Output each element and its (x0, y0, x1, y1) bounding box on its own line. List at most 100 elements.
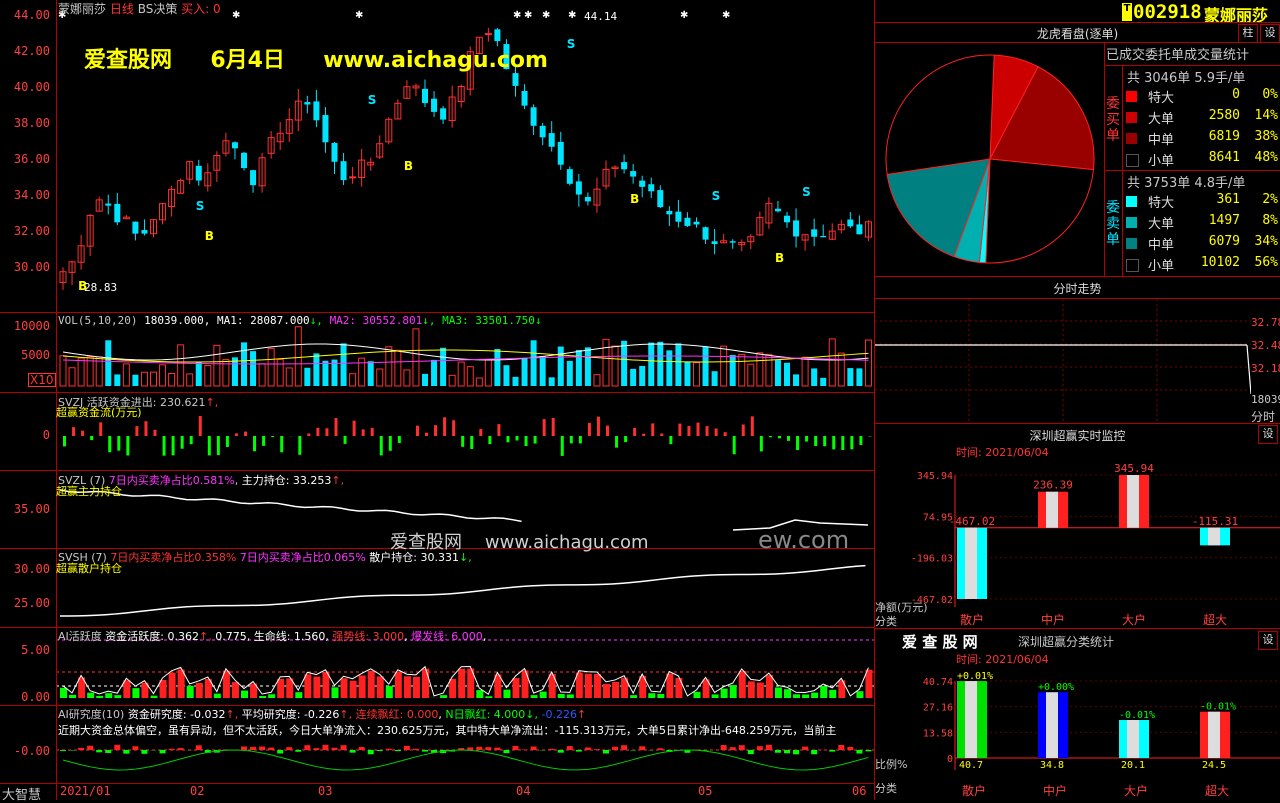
svzj-bar (163, 436, 166, 456)
svzj-bar (733, 436, 736, 454)
dragon-settings-button[interactable]: 设 (1260, 24, 1280, 43)
svzl-line (60, 490, 522, 521)
svzj-bar (697, 423, 700, 436)
stock-badge: T (1122, 3, 1132, 21)
bs-signal-S: S (567, 37, 576, 51)
buy-count: 6819 (1209, 129, 1240, 144)
fenshi-title: 分时走势 (875, 280, 1280, 297)
vol-value: 18039.000 (144, 314, 204, 327)
svzj-bar (832, 436, 835, 449)
ai-active-bar (585, 674, 592, 698)
kline-candle (132, 222, 138, 234)
monitor-category-label: 散户 (960, 612, 984, 627)
ai-research-bar (811, 750, 817, 754)
svzj-bar (525, 436, 528, 446)
svzj-bar (108, 436, 111, 452)
star-marker: ✱ (355, 10, 363, 21)
vol-multiplier[interactable]: X10 (28, 373, 56, 387)
svzj-bar (606, 426, 609, 436)
ai-research-bar (350, 750, 356, 753)
volume-bar (748, 364, 754, 386)
svzj-bar (262, 436, 265, 446)
kline-candle (250, 170, 256, 185)
line-type-label[interactable]: 日线 (110, 2, 134, 16)
kline-candle (304, 102, 310, 104)
svzj-bar (516, 436, 519, 440)
classify-bar-value: 24.5 (1202, 760, 1226, 771)
monitor-bar-highlight (1127, 475, 1139, 528)
volume-bar (295, 327, 301, 386)
pillar-tab[interactable]: 柱 (1238, 24, 1258, 43)
classify-xlabel: 分类 (875, 780, 897, 796)
classify-bar-change: -0.01% (1119, 710, 1155, 721)
ai-active-bar (603, 684, 610, 698)
kline-candle (513, 73, 519, 86)
svsh-ratio2: 7日内买卖净占比0.065% (240, 551, 366, 564)
volume-bar (531, 340, 537, 386)
monitor-bar-value: 345.94 (1114, 462, 1154, 475)
monitor-settings-button[interactable]: 设 (1258, 425, 1278, 444)
svzj-bar (615, 436, 618, 448)
svzj-bar (362, 429, 365, 436)
fenshi-axis-0: 32.78 (1251, 316, 1280, 329)
ai-research-bar (60, 750, 66, 751)
dragon-stat-title: 已成交委托单成交量统计 (1106, 44, 1249, 63)
classify-category-label: 散户 (962, 783, 986, 798)
star-marker: ✱ (232, 10, 240, 21)
volume-bar (494, 349, 500, 386)
ai-active-bar (766, 675, 773, 698)
star-marker: ✱ (568, 10, 576, 21)
sell-count: 1497 (1209, 213, 1240, 228)
ai-research-bar (766, 745, 772, 750)
svzj-bar (497, 424, 500, 436)
bs-signal-S: S (368, 93, 377, 107)
ai-active-bar (96, 696, 103, 698)
ai-research-bar (721, 745, 727, 750)
sell-count: 6079 (1209, 234, 1240, 249)
sell-row: 特大3612% (1126, 192, 1280, 212)
ai-active-bar (69, 695, 76, 698)
ai-active-burst: 爆发线: 6.000 (411, 630, 483, 643)
ai-active-bar (377, 676, 384, 698)
volume-bar (585, 347, 591, 386)
ai-active-bar (422, 669, 429, 698)
volume-bar (558, 347, 564, 386)
ai-research-bar (485, 747, 491, 750)
ai-research-bar (286, 747, 292, 750)
ai-active-bar (295, 692, 302, 698)
svzj-bar (715, 429, 718, 436)
kline-candle (694, 222, 700, 225)
ai-research-bar (549, 749, 555, 750)
volume-bar (567, 361, 573, 386)
classify-settings-button[interactable]: 设 (1258, 631, 1278, 650)
volume-bar (368, 361, 374, 386)
ai-active-bar (820, 686, 827, 698)
ai-research-commentary: 近期大资金总体偏空，虽有异动，但不太活跃，今日大单净流入：230.625万元，其… (58, 722, 874, 738)
volume-bar (694, 363, 700, 386)
ai-research-bar (304, 745, 310, 750)
ai-research-avg: 平均研究度: -0.226 (242, 708, 340, 721)
buy-label: 买入 (181, 2, 205, 16)
volume-bar (838, 353, 844, 386)
monitor-bar-value: -467.02 (949, 515, 995, 528)
monitor-bar-highlight (1208, 528, 1220, 546)
ai-active-title: AI活跃度 (58, 630, 102, 643)
ai-active-bar (612, 682, 619, 698)
ai-research-bar (639, 746, 645, 750)
buy-row: 特大00% (1126, 87, 1280, 107)
strategy-label[interactable]: BS决策 (138, 2, 178, 16)
kline-candle (684, 218, 690, 226)
volume-bar (322, 361, 328, 386)
kline-candle (531, 107, 537, 126)
ai-active-bar (350, 681, 357, 698)
price-axis-label: 36.00 (0, 152, 50, 166)
ai-research-bar (277, 750, 283, 754)
ai-active-funds: 资金活跃度: 0.362 (105, 630, 199, 643)
ai-active-bar (540, 692, 547, 698)
ai-research-bar (621, 745, 627, 750)
volume-bar (214, 345, 220, 386)
buy-pct: 14% (1255, 108, 1278, 123)
bs-signal-S: S (712, 189, 721, 203)
ai-active-bar (449, 679, 456, 698)
ai-active-bar (829, 690, 836, 698)
